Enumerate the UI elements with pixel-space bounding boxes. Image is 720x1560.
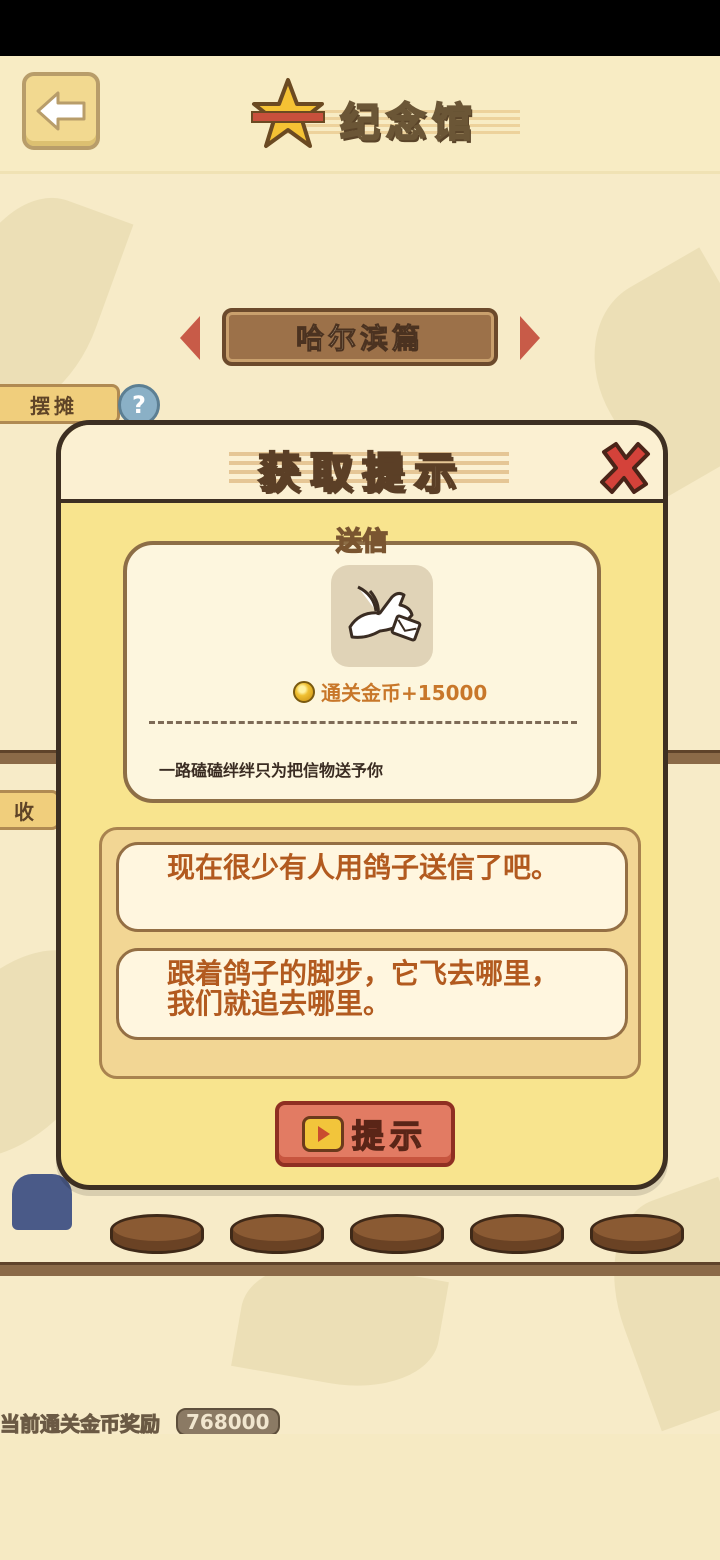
- item-name: 送信: [335, 526, 389, 558]
- page-title: 纪念馆: [339, 99, 478, 147]
- divider: [149, 721, 577, 724]
- total-reward-value: 768000: [176, 1408, 280, 1434]
- chapter-label-text: 哈尔滨篇: [295, 322, 424, 356]
- hint-item: 现在很少有人用鸽子送信了吧。: [116, 842, 628, 932]
- hint-button-label: 提示: [351, 1116, 428, 1156]
- video-tv-icon: [301, 1116, 344, 1152]
- top-bar: 纪念馆: [0, 56, 720, 174]
- back-arrow-icon: [36, 91, 86, 131]
- hint-text: 跟着鸽子的脚步，它飞去哪里，我们就追去哪里。: [167, 957, 560, 1020]
- prev-chapter-arrow[interactable]: [180, 316, 200, 360]
- pigeon-letter-icon: [331, 565, 433, 667]
- hints-panel: 现在很少有人用鸽子送信了吧。 跟着鸽子的脚步，它飞去哪里，我们就追去哪里。: [99, 827, 641, 1079]
- dialog-title: 获取提示: [257, 447, 466, 498]
- item-card: 通关金币+15000 一路磕磕绊绊只为把信物送予你: [123, 541, 601, 803]
- side-tab-collect[interactable]: 收: [0, 790, 60, 830]
- coin-icon: [293, 680, 315, 703]
- page-title-banner: 纪念馆: [250, 76, 530, 156]
- chapter-label: 哈尔滨篇: [222, 308, 498, 366]
- side-tab-label: 收: [14, 799, 38, 824]
- status-bar: [0, 0, 720, 56]
- pedestal: [110, 1214, 204, 1254]
- get-hint-button[interactable]: 提示: [275, 1101, 455, 1167]
- side-tab-label: 摆摊: [30, 393, 78, 418]
- pedestal: [590, 1214, 684, 1254]
- item-description: 一路磕磕绊绊只为把信物送予你: [159, 761, 384, 780]
- reward-text: 通关金币+15000: [321, 681, 488, 705]
- total-reward-row: 当前通关金币奖励 768000: [0, 1406, 280, 1434]
- dialog-header: 获取提示: [61, 425, 663, 503]
- hint-item: 跟着鸽子的脚步，它飞去哪里，我们就追去哪里。: [116, 948, 628, 1040]
- pedestal: [230, 1214, 324, 1254]
- pedestal: [350, 1214, 444, 1254]
- next-chapter-arrow[interactable]: [520, 316, 540, 360]
- reward-row: 通关金币+15000: [293, 677, 487, 706]
- pedestal: [470, 1214, 564, 1254]
- back-button[interactable]: [22, 72, 100, 150]
- chapter-selector: 哈尔滨篇: [180, 308, 540, 370]
- character-figure: [12, 1174, 72, 1230]
- side-tab-stall[interactable]: 摆摊: [0, 384, 120, 424]
- star-icon: [251, 78, 325, 148]
- close-button[interactable]: [595, 439, 653, 497]
- total-reward-label: 当前通关金币奖励: [0, 1411, 161, 1434]
- hint-dialog: 获取提示 送信 通关金币+15000 一路磕磕绊绊只为把信物送予你 现在很少有人…: [56, 420, 668, 1190]
- shelf: [0, 1262, 720, 1276]
- close-x-icon: [600, 442, 650, 494]
- bottom-area: [0, 1434, 720, 1560]
- hint-text: 现在很少有人用鸽子送信了吧。: [167, 851, 560, 884]
